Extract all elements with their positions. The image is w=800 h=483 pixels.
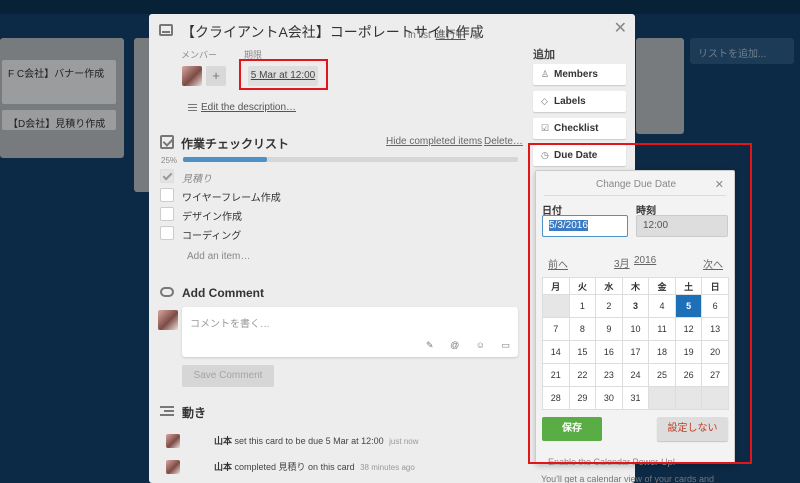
activity-avatar[interactable]	[166, 460, 180, 474]
activity-entry: 山本 set this card to be due 5 Mar at 12:0…	[214, 436, 419, 446]
add-comment-title: Add Comment	[182, 286, 264, 300]
description-icon	[188, 104, 197, 111]
hide-completed-link[interactable]: Hide completed items	[386, 136, 482, 147]
add-section-header: 追加	[533, 49, 555, 61]
checklist-icon	[160, 135, 174, 149]
mention-icon[interactable]: @	[450, 340, 459, 350]
activity-title: 動き	[182, 406, 207, 420]
powerup-description: You'll get a calendar view of your cards…	[541, 474, 714, 483]
progress-fill	[183, 157, 267, 162]
card-link-icon[interactable]: ▭	[501, 340, 510, 350]
checklist-item[interactable]: ワイヤーフレーム作成	[182, 189, 281, 204]
checklist-item[interactable]: デザイン作成	[182, 208, 242, 223]
activity-entry: 山本 completed 見積り on this card 38 minutes…	[214, 462, 415, 472]
activity-avatar[interactable]	[166, 434, 180, 448]
add-checklist-item[interactable]: Add an item…	[187, 251, 250, 262]
member-avatar[interactable]	[182, 66, 202, 86]
checklist-item[interactable]: 見積り	[182, 170, 212, 185]
in-list-label: in list 進行中 ◉	[408, 30, 482, 41]
user-avatar	[158, 310, 178, 330]
person-icon: ♙	[541, 69, 550, 79]
comment-placeholder: コメントを書く…	[190, 319, 270, 330]
checklist-checkbox[interactable]	[160, 188, 174, 202]
checklist-title[interactable]: 作業チェックリスト	[181, 135, 289, 152]
activity-time[interactable]: just now	[389, 437, 418, 446]
attachment-icon[interactable]: ✎	[426, 340, 434, 350]
add-member-button[interactable]: +	[206, 66, 226, 86]
highlight-due-popover	[528, 143, 752, 464]
list-link[interactable]: 進行中	[436, 30, 466, 41]
activity-time[interactable]: 38 minutes ago	[360, 463, 415, 472]
save-comment-button[interactable]: Save Comment	[182, 365, 274, 387]
delete-checklist-link[interactable]: Delete…	[484, 136, 523, 147]
comment-input[interactable]: コメントを書く… ✎ @ ☺ ▭	[182, 307, 518, 357]
checklist-checkbox[interactable]	[160, 226, 174, 240]
checkbox-icon: ☑	[541, 123, 550, 133]
checklist-checkbox[interactable]	[160, 169, 174, 183]
card-icon	[159, 24, 173, 36]
highlight-due-badge	[239, 59, 328, 90]
progress-bar	[183, 157, 518, 162]
checklist-button[interactable]: ☑ Checklist	[533, 118, 626, 139]
checklist-checkbox[interactable]	[160, 207, 174, 221]
checklist-item[interactable]: コーディング	[182, 227, 241, 242]
edit-description-link[interactable]: Edit the description…	[201, 102, 296, 113]
emoji-icon[interactable]: ☺	[476, 340, 485, 350]
progress-percent: 25%	[161, 156, 178, 165]
label-icon: ◇	[541, 96, 548, 106]
eye-icon[interactable]: ◉	[472, 30, 481, 41]
close-icon[interactable]: ✕	[614, 18, 627, 38]
comment-icon	[160, 287, 174, 297]
members-button[interactable]: ♙ Members	[533, 64, 626, 85]
activity-icon	[160, 406, 174, 416]
members-label: メンバー	[181, 50, 218, 60]
labels-button[interactable]: ◇ Labels	[533, 91, 626, 112]
